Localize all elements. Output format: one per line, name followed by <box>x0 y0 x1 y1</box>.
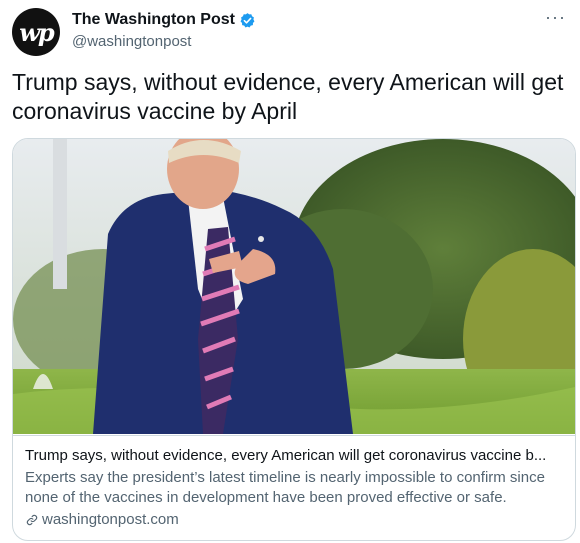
card-domain-text[interactable]: washingtonpost.com <box>42 510 179 530</box>
account-handle[interactable]: @washingtonpost <box>72 32 256 52</box>
display-name[interactable]: The Washington Post <box>72 10 235 30</box>
card-description: Experts say the president’s latest timel… <box>25 469 545 506</box>
display-name-row[interactable]: The Washington Post <box>72 10 256 30</box>
author-names: The Washington Post @washingtonpost <box>72 10 256 52</box>
avatar[interactable]: wp <box>12 8 60 56</box>
card-domain[interactable]: washingtonpost.com <box>25 510 563 530</box>
card-image[interactable] <box>13 139 575 434</box>
tweet-text: Trump says, without evidence, every Amer… <box>12 69 564 124</box>
card-body: Trump says, without evidence, every Amer… <box>13 435 575 540</box>
link-icon <box>26 514 38 526</box>
card-title[interactable]: Trump says, without evidence, every Amer… <box>25 446 563 466</box>
link-preview-card[interactable]: Trump says, without evidence, every Amer… <box>12 138 576 541</box>
more-options-icon[interactable]: ··· <box>545 8 566 26</box>
verified-badge-icon <box>240 12 255 27</box>
tweet-header: wp The Washington Post @washingtonpost ·… <box>12 8 568 56</box>
